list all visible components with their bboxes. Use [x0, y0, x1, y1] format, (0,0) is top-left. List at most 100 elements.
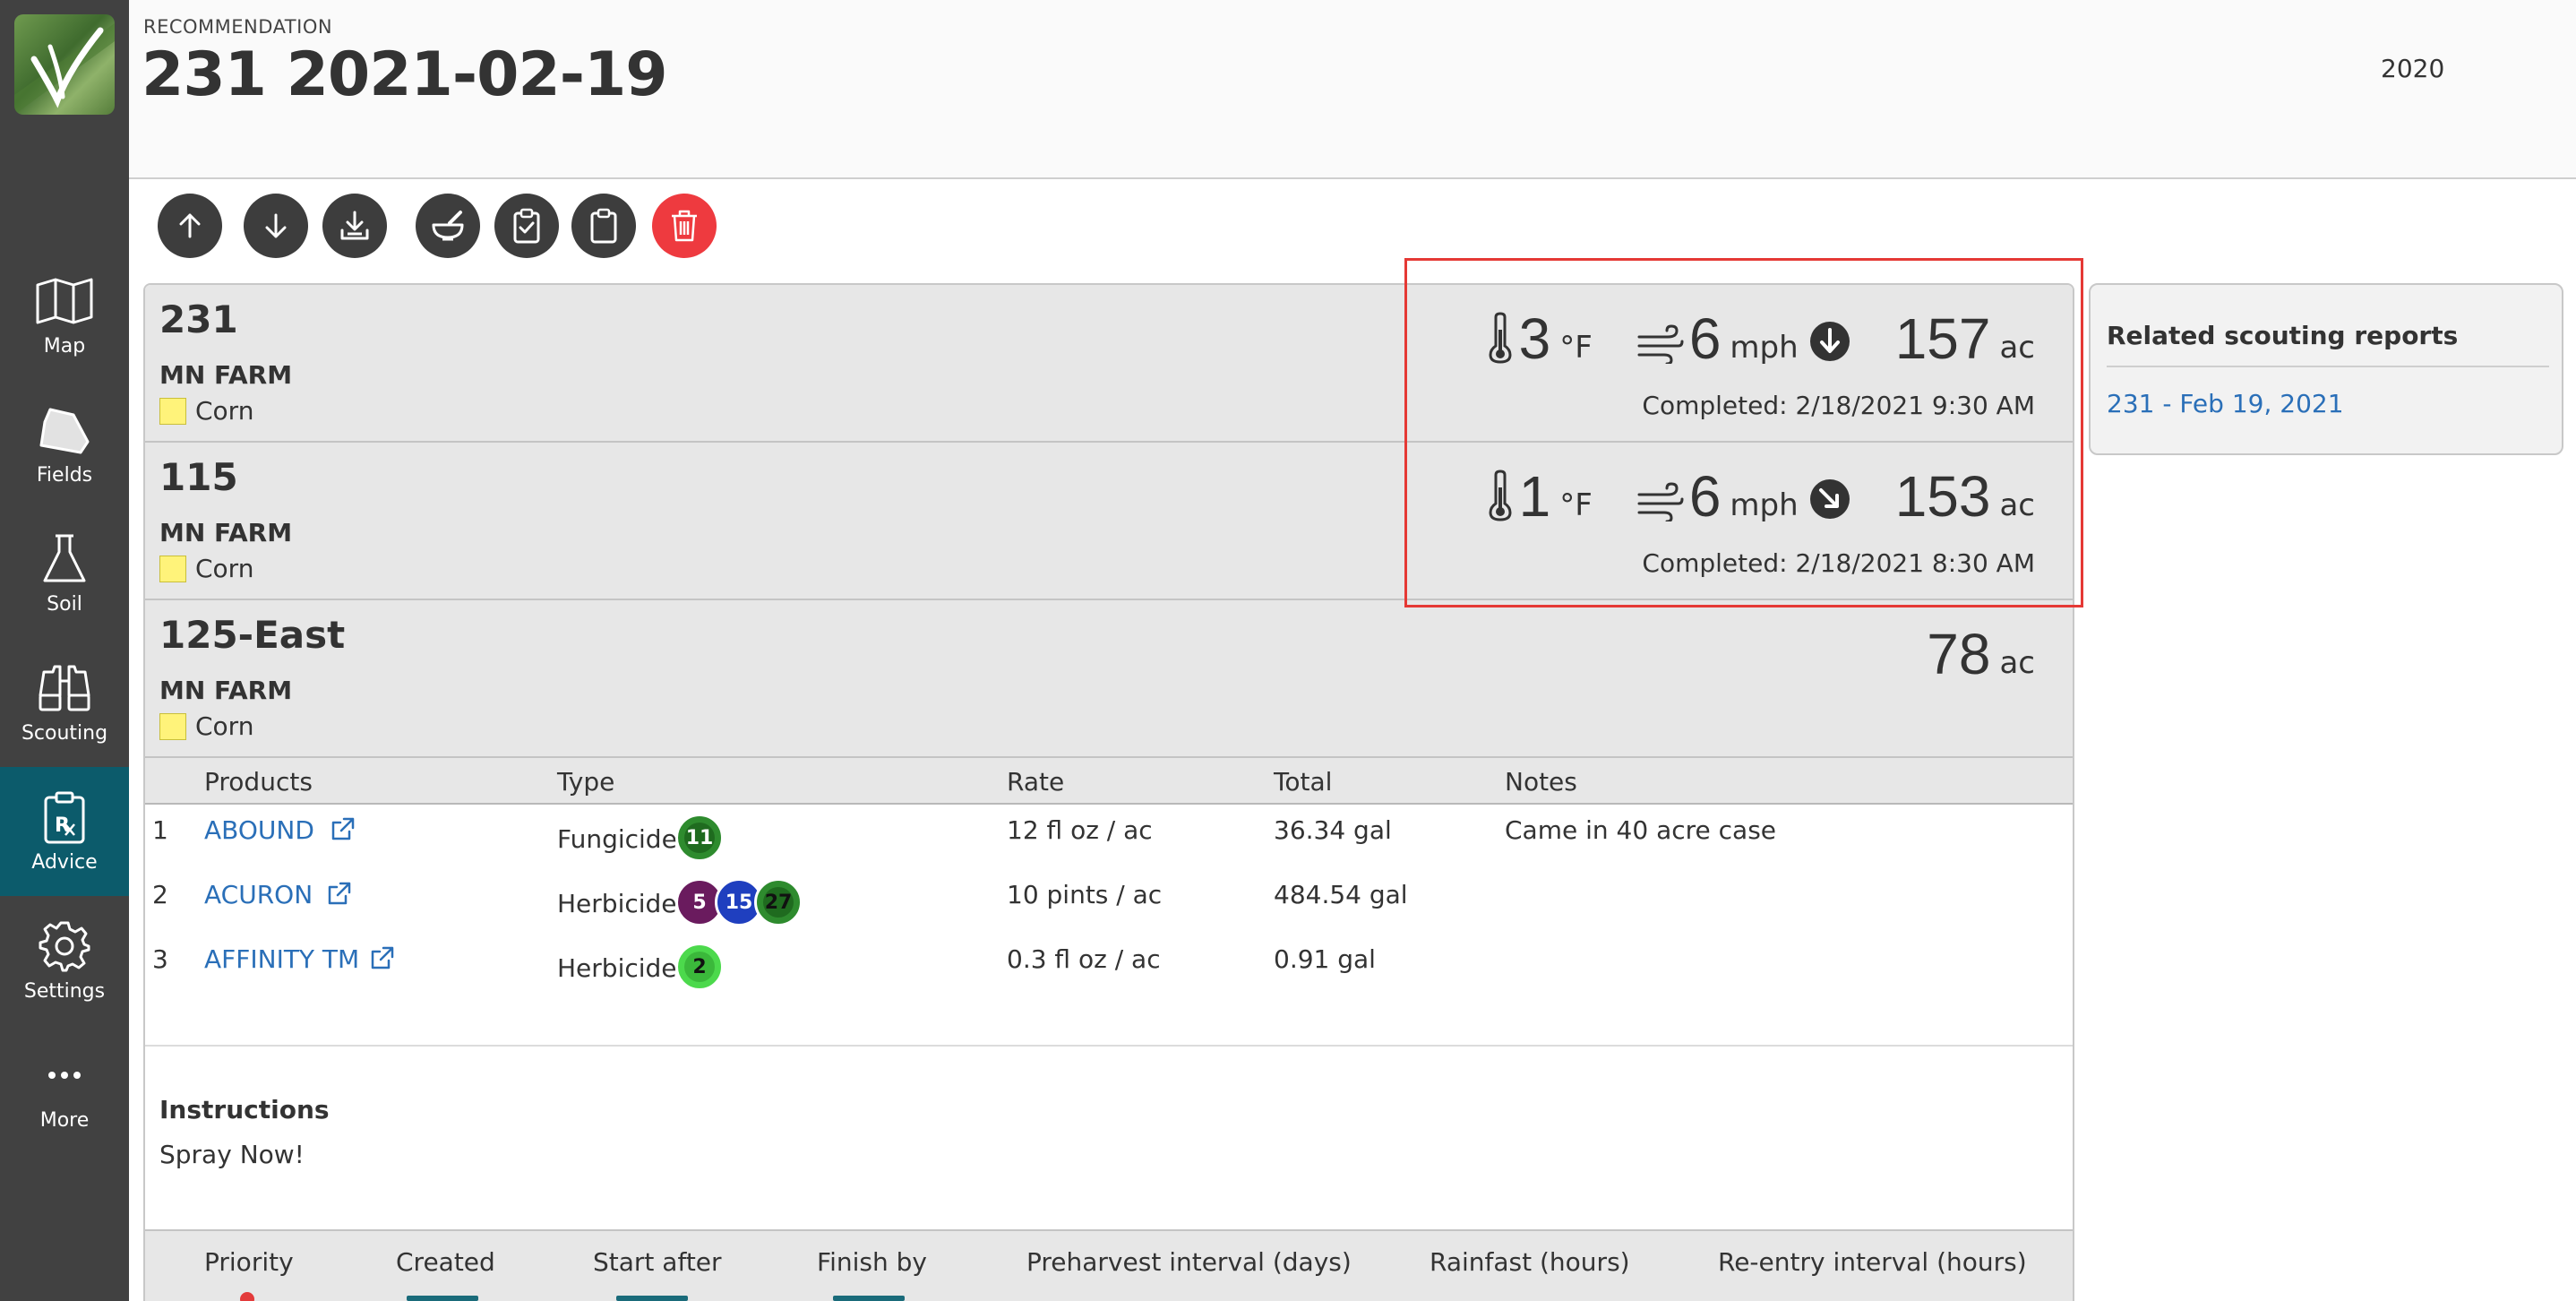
product-link[interactable]: ACURON: [204, 880, 313, 909]
sidebar: Map Fields Soil Scouting R Advice Settin…: [0, 0, 129, 1301]
sidebar-item-label: Fields: [36, 463, 93, 487]
farm-name: MN FARM: [159, 518, 293, 547]
move-down-button[interactable]: [244, 194, 308, 258]
related-title: Related scouting reports: [2107, 321, 2459, 350]
product-link[interactable]: ABOUND: [204, 815, 314, 845]
sidebar-item-label: Advice: [31, 850, 98, 874]
temperature-unit: °F: [1559, 487, 1593, 523]
thermometer-icon: [1489, 470, 1512, 521]
crop-name: Corn: [195, 554, 254, 583]
products-table-header: Products Type Rate Total Notes: [145, 758, 2073, 805]
row-number: 3: [152, 944, 168, 974]
sidebar-item-more[interactable]: More: [0, 1030, 129, 1149]
product-total: 484.54 gal: [1274, 880, 1408, 909]
acres-unit: ac: [1999, 487, 2035, 523]
schedule-header: Priority Created Start after Finish by P…: [145, 1229, 2073, 1301]
product-notes: Came in 40 acre case: [1505, 815, 1777, 845]
column-header-rate: Rate: [1007, 767, 1065, 797]
page-title: 231 2021-02-19: [142, 39, 668, 110]
external-link-icon[interactable]: [326, 880, 353, 907]
sidebar-item-map[interactable]: Map: [0, 256, 129, 375]
crop-name: Corn: [195, 396, 254, 426]
acres-stat: 153 ac: [1895, 468, 2035, 525]
instructions-label: Instructions: [159, 1095, 330, 1124]
sidebar-item-advice[interactable]: R Advice: [0, 767, 129, 896]
group-badges: 2: [675, 943, 724, 991]
created-value-bar: [407, 1296, 478, 1301]
download-button[interactable]: [322, 194, 387, 258]
acres-stat: 78 ac: [1927, 625, 2035, 683]
column-header-type: Type: [557, 767, 615, 797]
clipboard-check-icon: [513, 208, 540, 244]
section-divider: [145, 1045, 2073, 1047]
group-badges: 11: [675, 814, 724, 862]
group-badge-label: 27: [763, 887, 794, 918]
product-rate: 0.3 fl oz / ac: [1007, 944, 1161, 974]
temperature-value: 3: [1518, 306, 1551, 371]
field-name: 115: [159, 455, 238, 499]
external-link-icon[interactable]: [369, 944, 396, 971]
wind-speed-unit: mph: [1730, 487, 1799, 523]
column-header-products: Products: [204, 767, 313, 797]
binoculars-icon: [33, 661, 96, 715]
wind-speed-value: 6: [1688, 306, 1722, 371]
mix-button[interactable]: [416, 194, 480, 258]
season-year[interactable]: 2020: [2381, 54, 2444, 83]
wind-direction-southeast-icon: [1809, 479, 1850, 519]
crop-color-swatch: [159, 556, 186, 582]
acres-value: 78: [1927, 622, 1991, 686]
sidebar-item-soil[interactable]: Soil: [0, 514, 129, 633]
column-reentry-interval: Re-entry interval (hours): [1718, 1247, 2027, 1277]
sidebar-item-scouting[interactable]: Scouting: [0, 643, 129, 762]
column-rainfast: Rainfast (hours): [1430, 1247, 1630, 1277]
product-rate: 10 pints / ac: [1007, 880, 1163, 909]
column-priority: Priority: [204, 1247, 294, 1277]
clipboard-button[interactable]: [571, 194, 636, 258]
delete-button[interactable]: [652, 194, 717, 258]
product-total: 36.34 gal: [1274, 815, 1392, 845]
app-logo[interactable]: [14, 14, 115, 115]
column-created: Created: [396, 1247, 495, 1277]
product-type: Herbicide: [557, 953, 677, 983]
sidebar-item-label: Map: [43, 334, 86, 358]
field-stats: 1 °F 6 mph 153 ac: [1442, 462, 2035, 525]
thermometer-icon: [1489, 312, 1512, 364]
related-scouting-panel: Related scouting reports 231 - Feb 19, 2…: [2089, 283, 2563, 455]
clipboard-icon: [590, 208, 617, 244]
wind-stat: 6 mph: [1637, 468, 1850, 525]
sidebar-item-fields[interactable]: Fields: [0, 385, 129, 504]
completed-timestamp: Completed: 2/18/2021 8:30 AM: [1642, 548, 2035, 578]
group-badge: 27: [754, 878, 803, 926]
table-row: 2 ACURON Herbicide 5 15 27 10 pints / ac…: [145, 871, 2073, 935]
group-badge-label: 11: [684, 823, 715, 853]
temperature-value: 1: [1518, 464, 1551, 529]
product-link[interactable]: AFFINITY TM: [204, 944, 359, 974]
start-after-value-bar: [616, 1296, 688, 1301]
field-panel[interactable]: 115 MN FARM Corn 1 °F 6 mph 153 ac Compl…: [145, 443, 2073, 600]
temperature-unit: °F: [1559, 330, 1593, 366]
table-row: 3 AFFINITY TM Herbicide 2 0.3 fl oz / ac…: [145, 935, 2073, 1000]
related-report-link[interactable]: 231 - Feb 19, 2021: [2107, 389, 2344, 418]
sidebar-item-label: Settings: [23, 979, 106, 1003]
acres-value: 157: [1894, 306, 1991, 371]
move-up-button[interactable]: [158, 194, 222, 258]
external-link-icon[interactable]: [330, 815, 356, 842]
instructions-text: Spray Now!: [159, 1140, 305, 1169]
sidebar-item-settings[interactable]: Settings: [0, 901, 129, 1020]
group-badges: 5 15 27: [675, 878, 803, 926]
product-total: 0.91 gal: [1274, 944, 1376, 974]
field-panel[interactable]: 231 MN FARM Corn 3 °F 6 mph 157 ac Compl…: [145, 285, 2073, 443]
wind-speed-value: 6: [1688, 464, 1722, 529]
checklist-button[interactable]: [494, 194, 559, 258]
field-icon: [33, 403, 96, 457]
arrow-down-icon: [265, 213, 287, 238]
flask-icon: [33, 532, 96, 586]
field-panel[interactable]: 125-East MN FARM Corn 78 ac: [145, 600, 2073, 758]
mortar-pestle-icon: [432, 211, 464, 241]
group-badge: 11: [675, 814, 724, 862]
acres-value: 153: [1894, 464, 1991, 529]
wind-direction-south-icon: [1809, 322, 1850, 361]
wind-speed-unit: mph: [1730, 330, 1799, 366]
gear-icon: [33, 919, 96, 973]
temperature-stat: 1 °F: [1487, 468, 1593, 525]
